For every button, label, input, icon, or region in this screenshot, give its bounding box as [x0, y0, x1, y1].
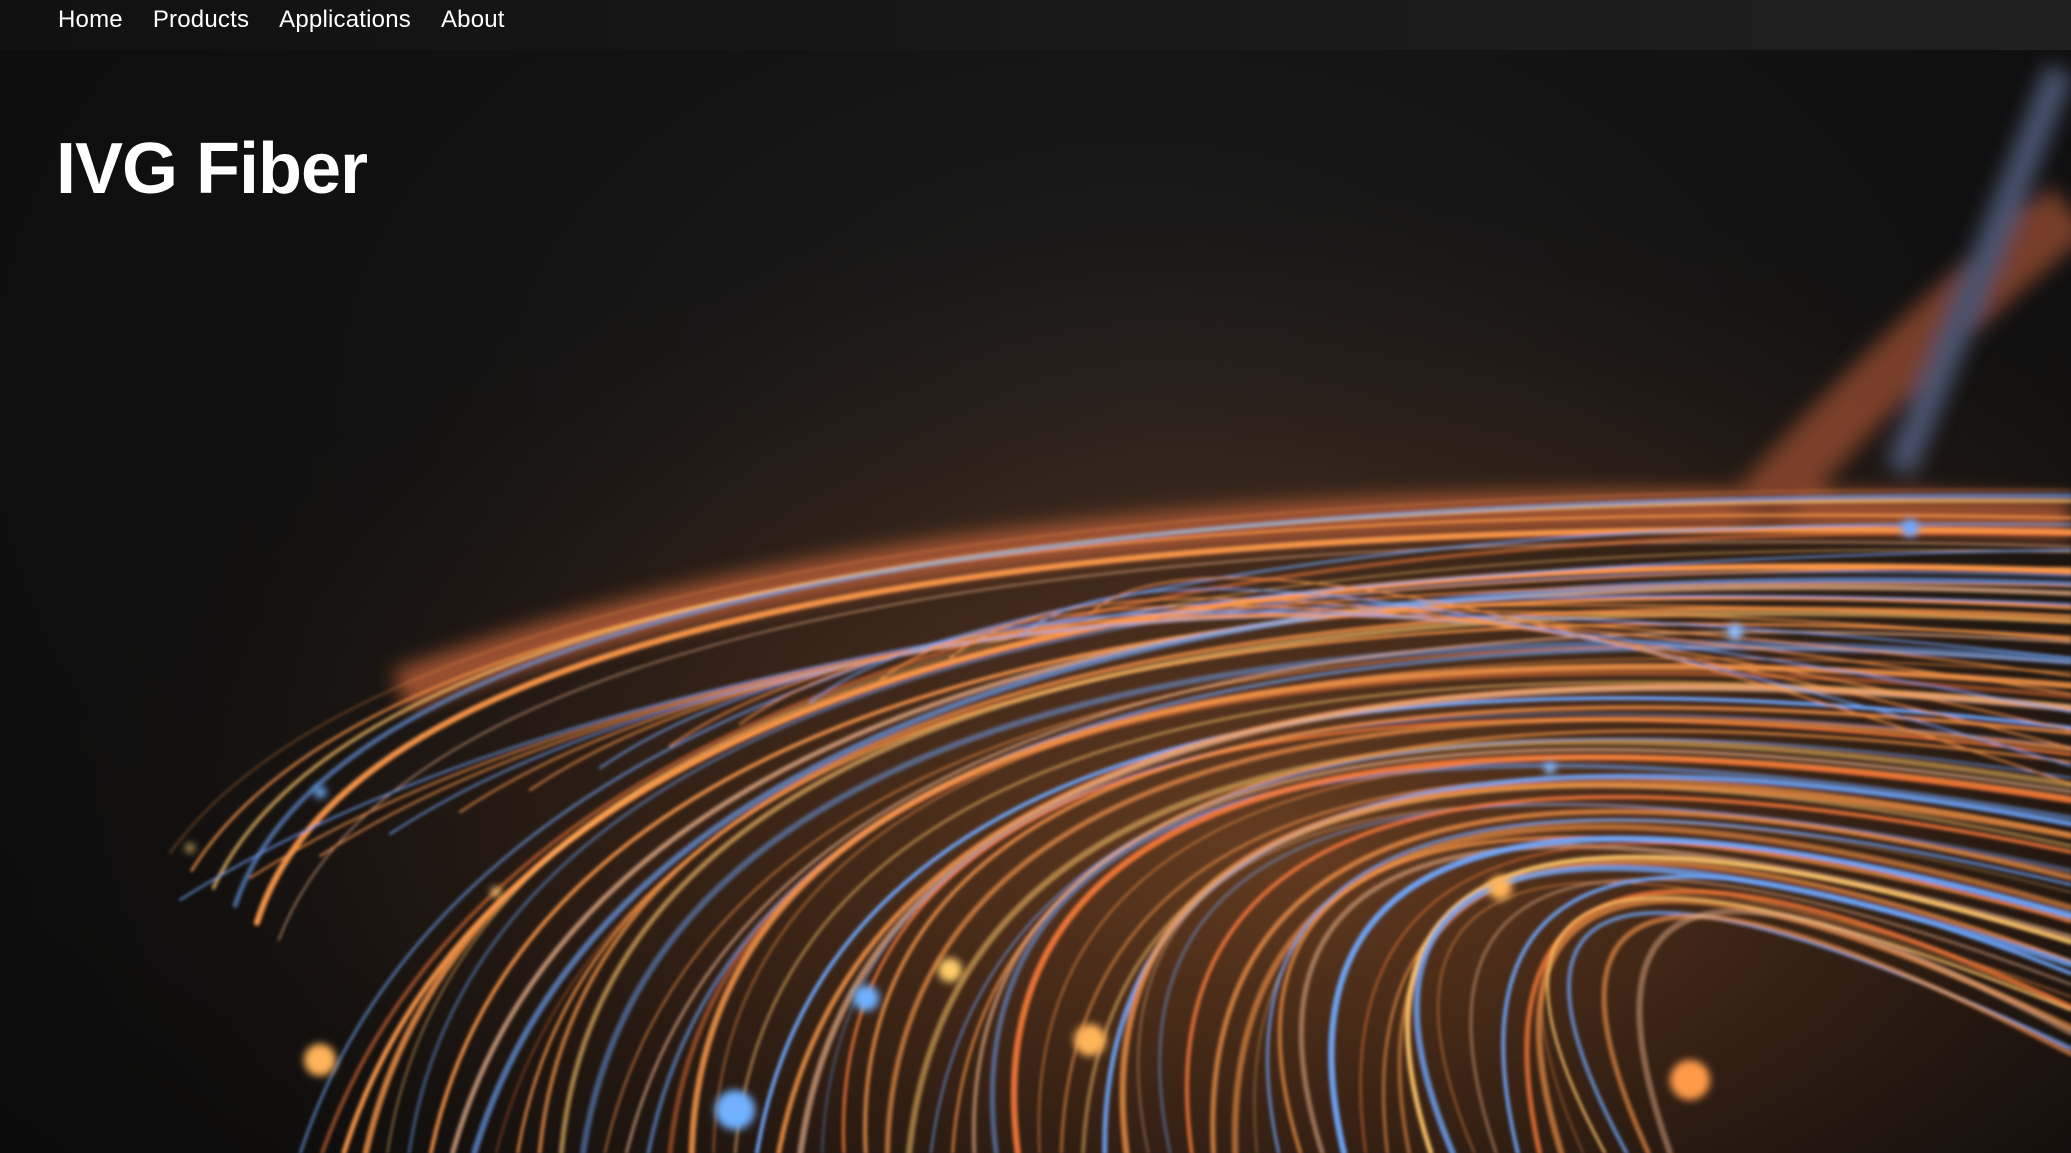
hero-fiber-optic-image: [0, 50, 2071, 1153]
page: Home Products Applications About IVG Fib…: [0, 0, 2071, 1153]
hero-title: IVG Fiber: [56, 129, 368, 209]
nav-item-about[interactable]: About: [441, 0, 505, 50]
nav-menu: Home Products Applications About: [0, 0, 535, 50]
nav-item-applications[interactable]: Applications: [279, 0, 411, 50]
nav-item-home[interactable]: Home: [58, 0, 123, 50]
nav-item-products[interactable]: Products: [153, 0, 249, 50]
top-navbar: Home Products Applications About: [0, 0, 2071, 50]
